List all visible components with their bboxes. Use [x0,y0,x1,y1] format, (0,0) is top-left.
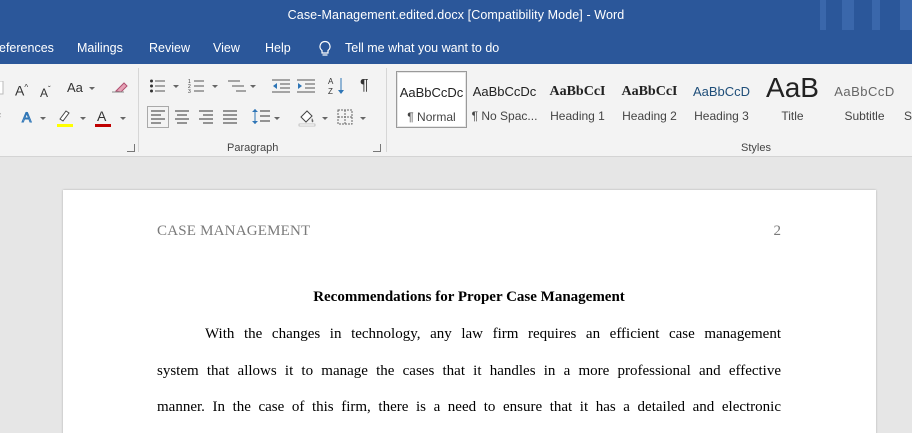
style-sample: AaB [766,73,819,103]
tab-view[interactable]: View [213,41,240,55]
borders-icon[interactable] [337,109,353,125]
paragraph-dialog-launcher-icon[interactable] [373,144,381,152]
align-left-selected-frame [147,106,169,128]
paragraph-line: With the changes in technology, any law … [205,326,781,342]
increase-indent-icon[interactable] [297,78,315,94]
font-color-icon[interactable]: A [94,108,112,128]
pilcrow-label: ¶ [360,77,369,94]
styles-group-label: Styles [741,142,771,154]
style-sample: AaBbCcD [834,84,895,99]
style-name: ¶ No Spac... [471,109,538,123]
highlight-dropdown[interactable] [80,117,86,120]
multilevel-list-icon[interactable] [228,78,246,94]
paragraph-line: system that allows it to manage the case… [157,363,781,379]
svg-text:Z: Z [328,87,333,96]
tab-mailings[interactable]: Mailings [77,41,123,55]
clear-formatting-icon[interactable] [110,78,128,94]
tab-references[interactable]: eferences [0,41,54,55]
paragraph-group-label: Paragraph [227,142,279,154]
style-name: Heading 3 [694,109,749,123]
svg-text:A: A [328,77,334,86]
svg-text:A: A [97,108,107,124]
document-area: CASE MANAGEMENT 2 Recommendations for Pr… [0,157,912,433]
style-heading-1[interactable]: AaBbCcI Heading 1 [542,71,613,128]
page-number: 2 [773,223,782,239]
style-name: S [904,109,912,123]
grow-font-icon[interactable]: A^ [15,81,28,98]
justify-icon[interactable] [222,109,238,125]
line-spacing-dropdown[interactable] [274,117,280,120]
highlight-icon[interactable] [55,108,75,128]
change-case-label: Aa [67,80,83,95]
style-sample: AaBbCcI [549,84,606,99]
svg-text:A: A [22,109,32,125]
change-case-icon[interactable]: Aa [67,81,83,95]
text-effects-dropdown[interactable] [40,117,46,120]
align-center-icon[interactable] [174,109,190,125]
style-sample: AaBbCcDc [399,85,464,100]
sort-icon[interactable]: AZ [328,76,346,96]
tab-review[interactable]: Review [149,41,190,55]
style-sample: AaBbCcD [692,84,751,99]
shrink-font-label: A [40,86,49,100]
style-subtitle[interactable]: AaBbCcD Subtitle [829,71,900,128]
style-heading-2[interactable]: AaBbCcI Heading 2 [614,71,685,128]
group-divider [386,68,387,152]
numbering-dropdown[interactable] [212,85,218,88]
font-size-box-edge[interactable] [0,81,4,95]
align-right-icon[interactable] [198,109,214,125]
style-name: Heading 2 [622,109,677,123]
line-spacing-icon[interactable] [252,108,270,126]
style-name: Heading 1 [550,109,605,123]
tab-help[interactable]: Help [265,41,291,55]
numbering-icon[interactable]: 123 [188,78,206,94]
ribbon-tabs: eferences Mailings Review View Help Tell… [0,33,912,64]
grow-font-label: A [15,82,25,99]
document-page[interactable]: CASE MANAGEMENT 2 Recommendations for Pr… [63,190,876,433]
ribbon: A^ Aˇ Aa ² A A [0,64,912,157]
style-partial[interactable]: S [900,71,912,128]
style-normal[interactable]: AaBbCcDc ¶ Normal [396,71,467,128]
shading-dropdown[interactable] [322,117,328,120]
style-heading-3[interactable]: AaBbCcD Heading 3 [686,71,757,128]
document-heading: Recommendations for Proper Case Manageme… [313,289,625,305]
show-formatting-marks-icon[interactable]: ¶ [360,77,369,94]
style-sample: AaBbCcDc [472,84,537,99]
subscript-icon[interactable]: ² [0,110,1,124]
tell-me-search[interactable]: Tell me what you want to do [345,41,499,55]
style-no-spacing[interactable]: AaBbCcDc ¶ No Spac... [469,71,540,128]
borders-dropdown[interactable] [360,117,366,120]
style-name: ¶ Normal [407,110,456,124]
shrink-font-icon[interactable]: Aˇ [40,83,51,100]
bullets-icon[interactable] [149,78,167,94]
change-case-dropdown[interactable] [89,87,95,90]
word-window: Case-Management.edited.docx [Compatibili… [0,0,912,433]
style-sample: AaBbCcI [621,84,678,99]
font-color-dropdown[interactable] [120,117,126,120]
title-bar: Case-Management.edited.docx [Compatibili… [0,0,912,33]
lightbulb-icon[interactable] [318,40,332,58]
shading-icon[interactable] [297,107,317,127]
style-title[interactable]: AaB Title [757,71,828,128]
group-divider [138,68,139,152]
bullets-dropdown[interactable] [173,85,179,88]
running-head: CASE MANAGEMENT [157,223,311,239]
text-effects-icon[interactable]: A [20,109,36,125]
style-name: Subtitle [844,109,885,123]
font-dialog-launcher-icon[interactable] [127,144,135,152]
paragraph-line: manner. In the case of this firm, there … [157,399,781,415]
svg-text:3: 3 [188,89,191,94]
window-title: Case-Management.edited.docx [Compatibili… [287,8,625,22]
decrease-indent-icon[interactable] [272,78,290,94]
multilevel-list-dropdown[interactable] [250,85,256,88]
style-name: Title [781,109,804,123]
